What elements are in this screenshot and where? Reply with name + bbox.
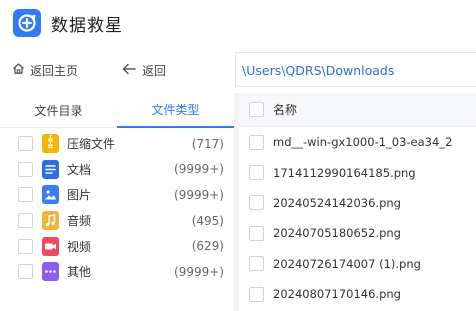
file-row[interactable]: 20240807170146.png <box>239 279 476 309</box>
file-type-count: (9999+) <box>174 264 224 279</box>
select-all-checkbox[interactable] <box>249 102 264 117</box>
file-checkbox[interactable] <box>249 225 264 241</box>
file-type-item-document[interactable]: 文档 (9999+) <box>0 157 234 183</box>
home-icon <box>12 62 25 78</box>
music-icon <box>42 211 59 231</box>
file-type-count: (629) <box>191 239 224 254</box>
file-list-panel: 名称 md__-win-gx1000-1_03-ea34_2 171411299… <box>239 93 476 311</box>
back-button-label: 返回 <box>142 63 167 78</box>
file-rows: md__-win-gx1000-1_03-ea34_2 171411299016… <box>239 127 476 309</box>
back-button[interactable]: 返回 <box>122 61 166 79</box>
other-icon <box>42 262 59 282</box>
image-icon <box>42 185 59 205</box>
left-panel: 文件目录 文件类型 压缩文件 (717) 文档 (9999+) 图片 (9999… <box>0 93 234 311</box>
video-icon <box>42 236 59 256</box>
file-row[interactable]: 1714112990164185.png <box>239 157 476 187</box>
file-checkbox[interactable] <box>249 286 264 302</box>
file-checkbox[interactable] <box>249 195 264 211</box>
file-type-name: 视频 <box>67 239 92 254</box>
app-title: 数据救星 <box>51 16 123 36</box>
tab-file-type[interactable]: 文件类型 <box>117 93 234 128</box>
title-bar: 数据救星 <box>0 0 476 48</box>
file-name: 20240705180652.png <box>273 226 401 241</box>
tab-file-directory[interactable]: 文件目录 <box>0 93 117 128</box>
file-type-name: 图片 <box>67 188 92 203</box>
file-type-name: 文档 <box>67 162 92 177</box>
file-checkbox[interactable] <box>249 256 264 272</box>
archive-icon <box>42 134 59 154</box>
name-column-header[interactable]: 名称 <box>273 101 297 118</box>
file-type-item-other[interactable]: 其他 (9999+) <box>0 259 234 285</box>
file-type-list: 压缩文件 (717) 文档 (9999+) 图片 (9999+) 音频 (495… <box>0 131 234 285</box>
file-row[interactable]: 20240524142036.png <box>239 188 476 218</box>
checkbox[interactable] <box>18 238 33 254</box>
checkbox[interactable] <box>18 161 33 177</box>
file-name: 20240524142036.png <box>273 195 401 210</box>
checkbox[interactable] <box>18 213 33 229</box>
toolbar: 返回主页 返回 \Users\QDRS\Downloads <box>0 48 476 93</box>
file-name: 20240807170146.png <box>273 287 401 302</box>
file-row[interactable]: md__-win-gx1000-1_03-ea34_2 <box>239 127 476 157</box>
file-type-item-video[interactable]: 视频 (629) <box>0 233 234 259</box>
file-name: 20240726174007 (1).png <box>273 256 421 271</box>
checkbox[interactable] <box>18 136 33 152</box>
file-type-name: 压缩文件 <box>67 137 116 152</box>
document-icon <box>42 159 59 179</box>
file-type-name: 音频 <box>67 214 92 229</box>
file-name: 1714112990164185.png <box>273 165 416 180</box>
checkbox[interactable] <box>18 264 33 280</box>
file-type-count: (9999+) <box>174 162 224 177</box>
file-type-item-audio[interactable]: 音频 (495) <box>0 208 234 234</box>
file-name: md__-win-gx1000-1_03-ea34_2 <box>273 135 453 150</box>
file-checkbox[interactable] <box>249 134 264 150</box>
home-button-label: 返回主页 <box>30 63 79 78</box>
tab-bar: 文件目录 文件类型 <box>0 93 234 128</box>
arrow-left-icon <box>122 63 136 78</box>
recovery-plus-icon <box>13 9 41 37</box>
file-checkbox[interactable] <box>249 165 264 181</box>
file-type-item-archive[interactable]: 压缩文件 (717) <box>0 131 234 157</box>
checkbox[interactable] <box>18 187 33 203</box>
home-button[interactable]: 返回主页 <box>12 61 78 79</box>
file-list-header: 名称 <box>239 93 476 127</box>
file-type-name: 其他 <box>67 265 92 280</box>
file-type-count: (9999+) <box>174 187 224 202</box>
path-field[interactable]: \Users\QDRS\Downloads <box>235 52 476 87</box>
file-type-count: (717) <box>191 136 224 151</box>
file-type-item-image[interactable]: 图片 (9999+) <box>0 182 234 208</box>
file-type-count: (495) <box>191 213 224 228</box>
file-row[interactable]: 20240705180652.png <box>239 218 476 248</box>
file-row[interactable]: 20240726174007 (1).png <box>239 249 476 279</box>
